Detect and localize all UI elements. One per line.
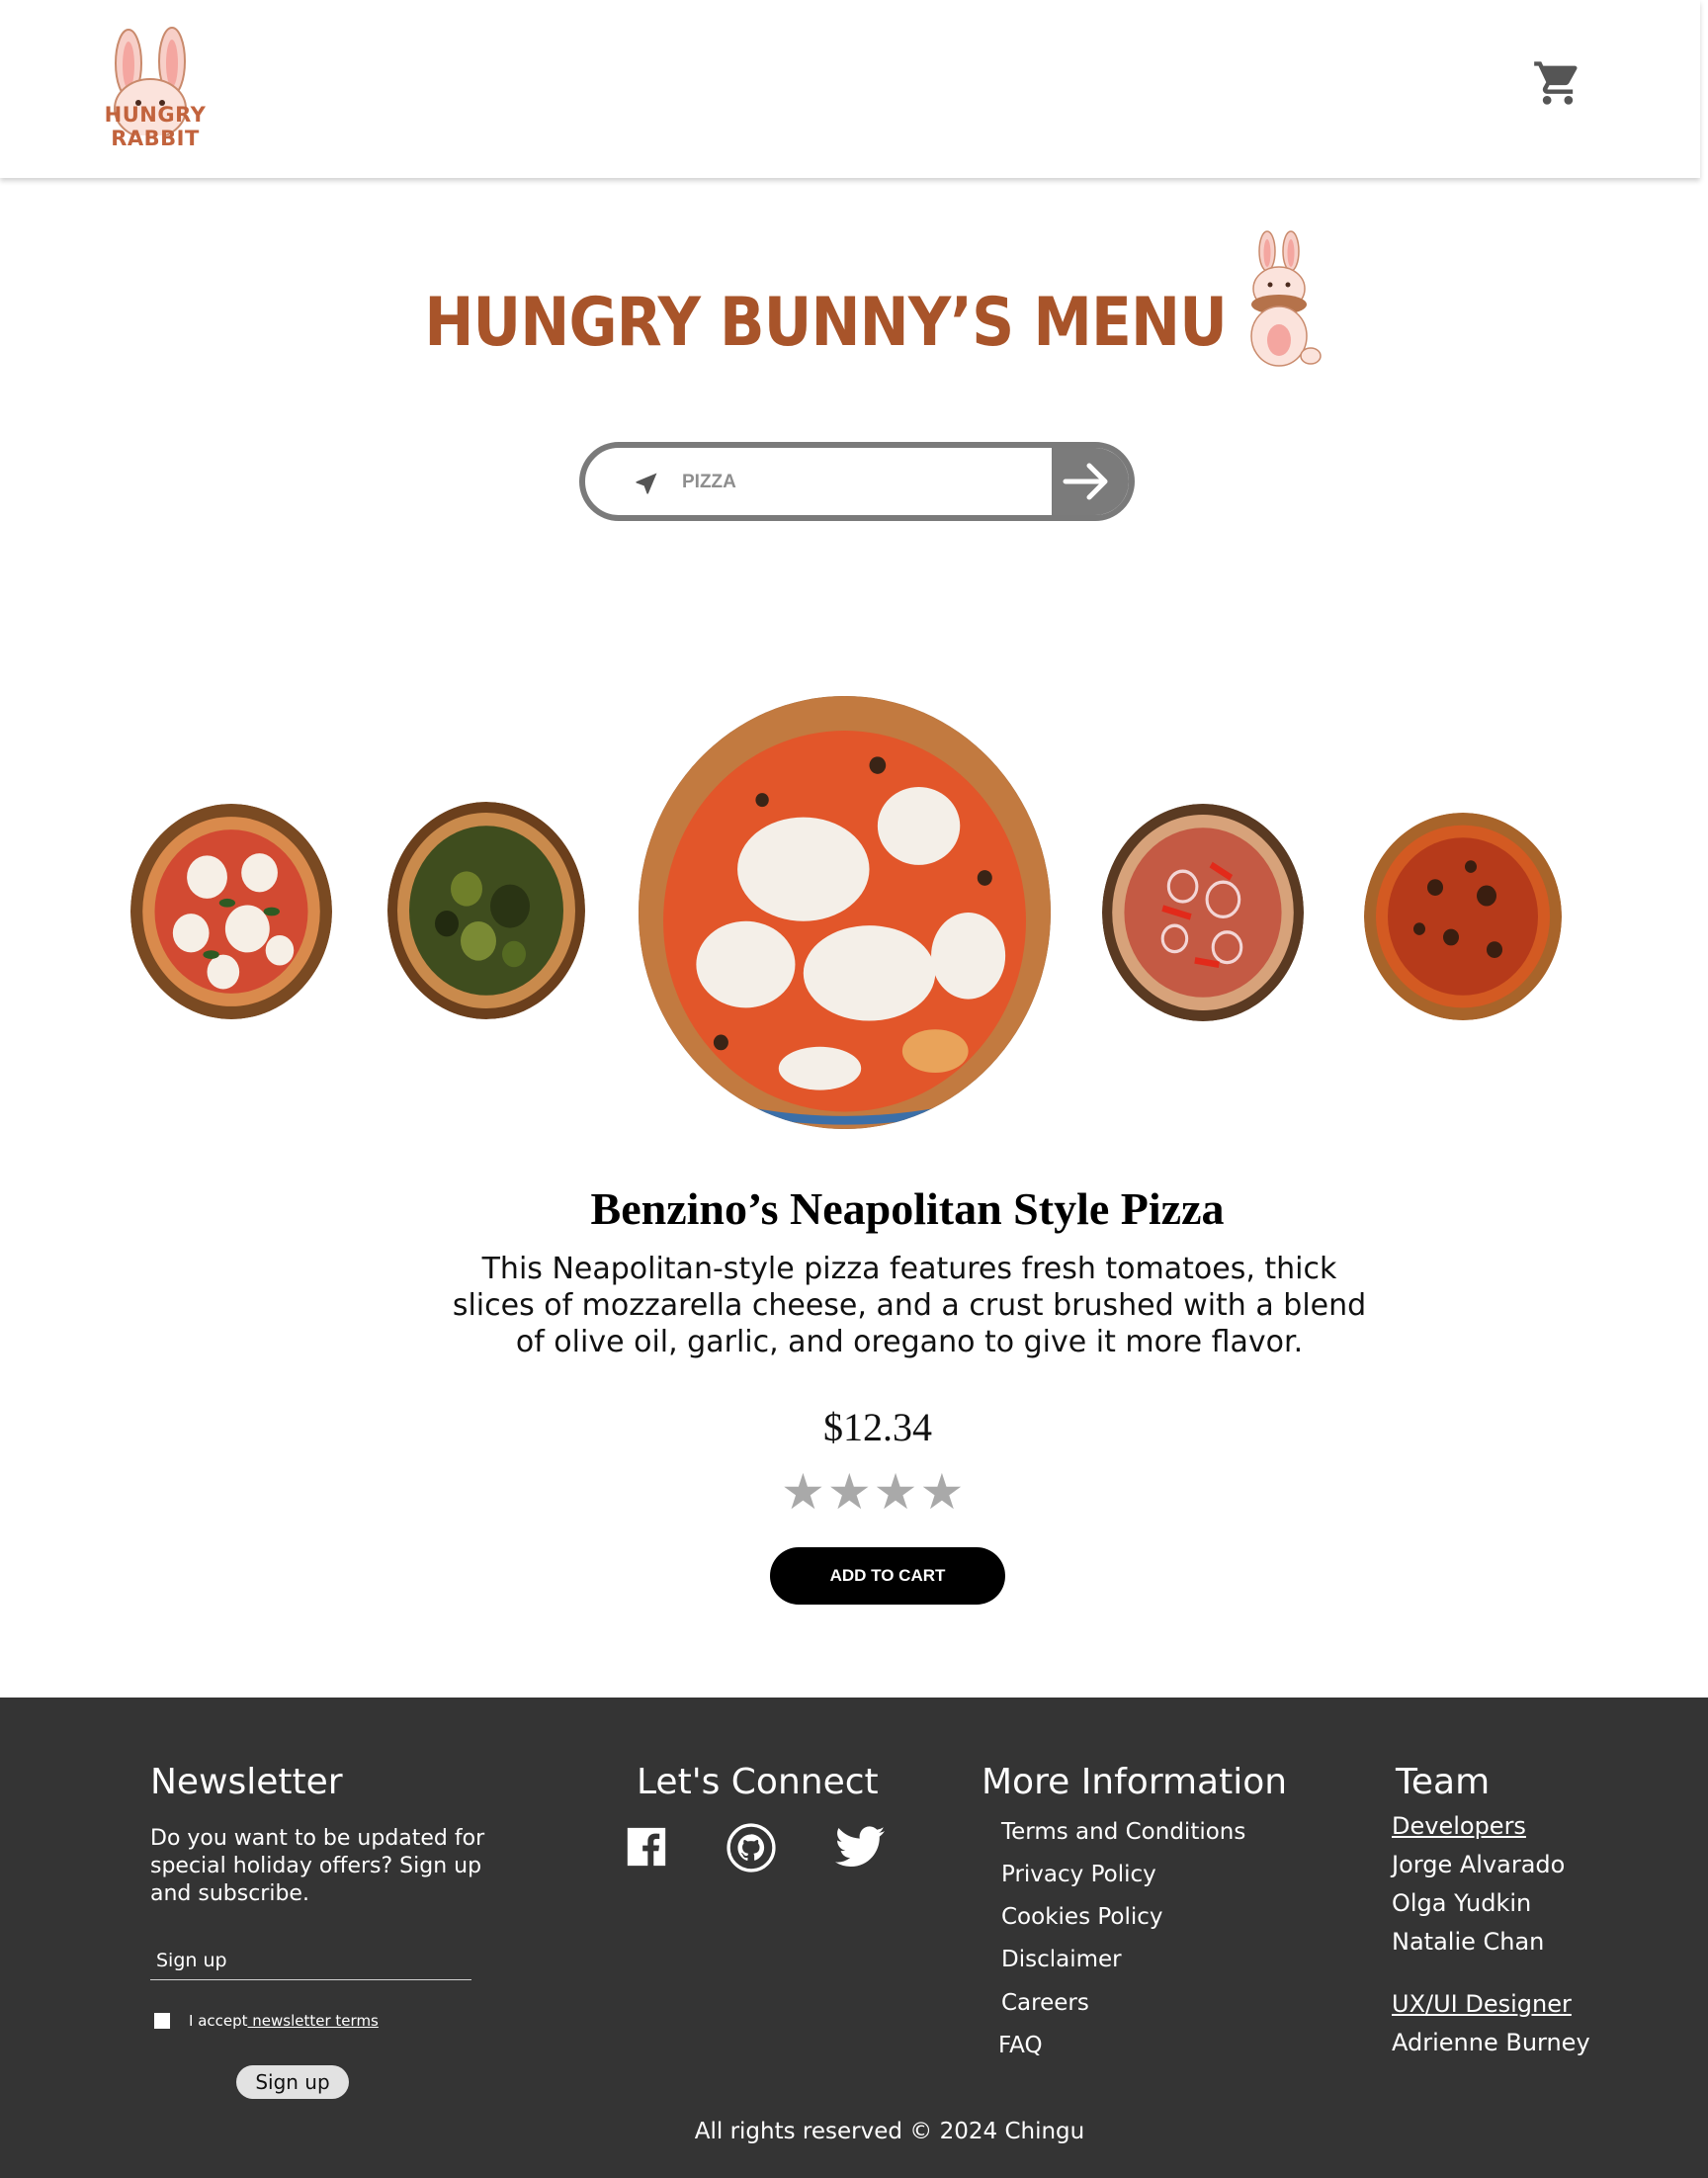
carousel-item-neapolitan-pizza[interactable] <box>639 696 1051 1129</box>
site-header: HUNGRY RABBIT <box>0 0 1700 178</box>
search-submit-button[interactable] <box>1052 448 1129 515</box>
newsletter-title: Newsletter <box>150 1762 343 1802</box>
twitter-icon[interactable] <box>835 1826 885 1872</box>
more-info-title: More Information <box>982 1762 1288 1802</box>
facebook-icon[interactable] <box>624 1824 669 1873</box>
copyright-text: All rights reserved © 2024 Chingu <box>694 2119 1085 2144</box>
newsletter-text: Do you want to be updated for special ho… <box>150 1826 485 1906</box>
connect-title: Let's Connect <box>637 1762 879 1802</box>
cookies-link[interactable]: Cookies Policy <box>1001 1904 1163 1930</box>
team-member: Olga Yudkin <box>1392 1889 1532 1917</box>
team-member: Jorge Alvarado <box>1392 1851 1566 1878</box>
site-footer: Newsletter Do you want to be updated for… <box>0 1698 1708 2178</box>
carousel-item-tomato-pizza[interactable] <box>1364 813 1562 1020</box>
hungry-rabbit-logo[interactable]: HUNGRY RABBIT <box>61 22 249 150</box>
carousel-item-onion-pepper-pizza[interactable] <box>1102 804 1304 1021</box>
terms-link[interactable]: Terms and Conditions <box>1001 1819 1245 1845</box>
navigation-arrow-icon <box>633 470 660 497</box>
carousel-item-spinach-pizza[interactable] <box>387 802 585 1019</box>
search-bar <box>579 442 1135 521</box>
shopping-cart-icon[interactable] <box>1530 57 1585 109</box>
team-member: Natalie Chan <box>1392 1928 1545 1956</box>
faq-link[interactable]: FAQ <box>998 2033 1043 2058</box>
newsletter-accept-label: I accept newsletter terms <box>189 2012 379 2030</box>
designer-label[interactable]: UX/UI Designer <box>1392 1990 1572 2018</box>
github-icon[interactable] <box>726 1823 776 1876</box>
add-to-cart-button[interactable]: ADD TO CART <box>770 1547 1005 1605</box>
developers-label[interactable]: Developers <box>1392 1812 1526 1840</box>
privacy-link[interactable]: Privacy Policy <box>1001 1862 1156 1887</box>
newsletter-signup-button[interactable]: Sign up <box>236 2065 349 2099</box>
newsletter-email-input[interactable] <box>150 1941 471 1980</box>
search-input[interactable] <box>680 464 1030 501</box>
disclaimer-link[interactable]: Disclaimer <box>1001 1947 1122 1972</box>
carousel-item-margherita-pizza[interactable] <box>130 804 332 1019</box>
rating-stars: ★★★★ <box>781 1463 967 1521</box>
team-member: Adrienne Burney <box>1392 2029 1590 2056</box>
product-description: This Neapolitan-style pizza features fre… <box>452 1252 1367 1359</box>
team-title: Team <box>1396 1762 1491 1802</box>
newsletter-terms-checkbox[interactable] <box>154 2013 170 2029</box>
product-name: Benzino’s Neapolitan Style Pizza <box>590 1183 1225 1234</box>
arrow-right-icon <box>1063 463 1108 500</box>
menu-title: HUNGRY BUNNY’S MENU <box>424 284 1227 362</box>
product-price: $12.34 <box>823 1405 932 1449</box>
logo-text: HUNGRY RABBIT <box>104 103 207 150</box>
newsletter-terms-link[interactable]: newsletter terms <box>248 2012 379 2030</box>
bunny-mascot-icon <box>1239 229 1323 370</box>
careers-link[interactable]: Careers <box>1001 1990 1089 2016</box>
